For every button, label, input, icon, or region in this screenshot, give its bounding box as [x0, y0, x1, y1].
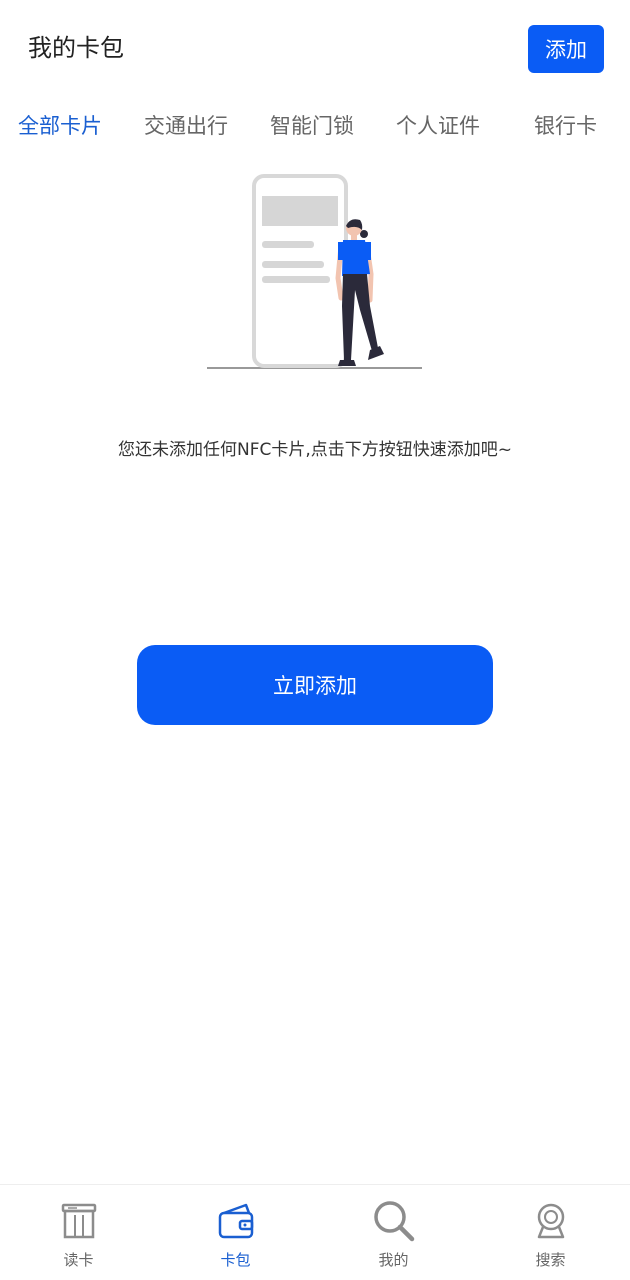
- nav-item-mine[interactable]: 我的: [315, 1185, 472, 1280]
- page-title: 我的卡包: [28, 34, 124, 62]
- webcam-icon: [537, 1203, 564, 1239]
- category-tabs: 全部卡片 交通出行 智能门锁 个人证件 银行卡: [0, 106, 630, 146]
- wallet-page: 我的卡包 添加 全部卡片 交通出行 智能门锁 个人证件 银行卡 您还未添加任何N…: [0, 0, 630, 1280]
- nav-label-mine: 我的: [378, 1251, 409, 1269]
- header: 我的卡包 添加: [0, 0, 630, 96]
- nav-label-read-card: 读卡: [63, 1251, 94, 1269]
- add-button[interactable]: 添加: [528, 25, 604, 73]
- wallet-icon: [218, 1203, 253, 1239]
- nav-label-search: 搜索: [535, 1251, 566, 1269]
- add-now-button[interactable]: 立即添加: [137, 645, 493, 725]
- tab-id-documents[interactable]: 个人证件: [396, 106, 480, 146]
- bottom-navigation: 读卡 卡包 我的 搜索: [0, 1184, 630, 1280]
- nav-item-wallet[interactable]: 卡包: [157, 1185, 314, 1280]
- empty-state-message: 您还未添加任何NFC卡片,点击下方按钮快速添加吧~: [117, 440, 512, 460]
- tab-transport[interactable]: 交通出行: [144, 106, 228, 146]
- tab-smart-lock[interactable]: 智能门锁: [270, 106, 354, 146]
- search-icon: [373, 1201, 414, 1242]
- tab-all-cards[interactable]: 全部卡片: [18, 106, 102, 146]
- card-reader-icon: [61, 1203, 96, 1239]
- empty-state-illustration: [207, 174, 422, 369]
- nav-label-wallet: 卡包: [220, 1251, 251, 1269]
- nav-item-search[interactable]: 搜索: [472, 1185, 629, 1280]
- nav-item-read-card[interactable]: 读卡: [0, 1185, 157, 1280]
- tab-bank-cards[interactable]: 银行卡: [534, 106, 597, 146]
